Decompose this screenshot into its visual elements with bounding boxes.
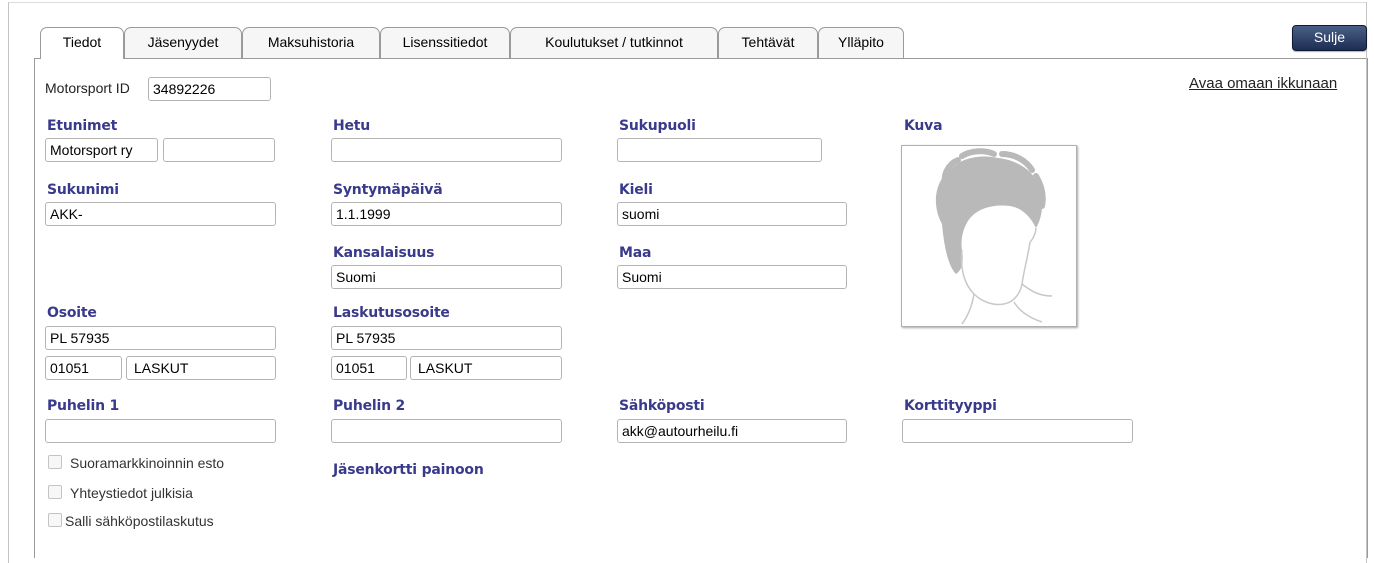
puhelin2-label: Puhelin 2 [333, 398, 406, 414]
tab-yllapito[interactable]: Ylläpito [818, 27, 904, 58]
osoite-label: Osoite [47, 305, 97, 321]
maa-label: Maa [619, 245, 652, 261]
tab-maksuhistoria[interactable]: Maksuhistoria [242, 27, 380, 58]
nationality-field[interactable] [331, 265, 562, 289]
second-first-name-field[interactable] [163, 138, 275, 162]
member-card-print-label: Jäsenkortti painoon [333, 462, 484, 478]
tab-jasenyydet[interactable]: Jäsenyydet [124, 27, 242, 58]
first-name-field[interactable] [45, 138, 158, 162]
syntymapaiva-label: Syntymäpäivä [333, 182, 443, 198]
billing-street-field[interactable] [331, 326, 562, 350]
korttityyppi-label: Korttityyppi [904, 398, 997, 414]
person-silhouette-icon [935, 148, 1053, 325]
tab-lisenssitiedot[interactable]: Lisenssitiedot [380, 27, 510, 58]
sahkoposti-label: Sähköposti [619, 398, 705, 414]
last-name-field[interactable] [45, 202, 276, 226]
billing-city-field[interactable] [410, 356, 562, 380]
sukunimi-label: Sukunimi [47, 182, 119, 198]
hetu-field[interactable] [331, 138, 562, 162]
tab-content-area [34, 58, 1368, 558]
direct-marketing-block-checkbox[interactable] [48, 455, 62, 469]
address-street-field[interactable] [45, 326, 276, 350]
close-button[interactable]: Sulje [1292, 25, 1367, 51]
laskutusosoite-label: Laskutusosoite [333, 305, 450, 321]
tab-koulutukset[interactable]: Koulutukset / tutkinnot [510, 27, 718, 58]
hetu-label: Hetu [333, 118, 371, 134]
kuva-label: Kuva [904, 118, 943, 134]
address-postcode-field[interactable] [45, 356, 122, 380]
billing-postcode-field[interactable] [331, 356, 407, 380]
language-field[interactable] [617, 202, 847, 226]
phone2-field[interactable] [331, 419, 562, 443]
country-field[interactable] [617, 265, 847, 289]
phone1-field[interactable] [45, 419, 276, 443]
motorsport-id-field[interactable] [148, 77, 271, 101]
etunimet-label: Etunimet [47, 118, 118, 134]
contact-public-checkbox[interactable] [48, 485, 62, 499]
card-type-field[interactable] [902, 419, 1133, 443]
kansalaisuus-label: Kansalaisuus [333, 245, 435, 261]
sukupuoli-label: Sukupuoli [619, 118, 696, 134]
tab-tiedot[interactable]: Tiedot [40, 27, 124, 59]
email-billing-checkbox[interactable] [48, 513, 62, 527]
tab-tehtavat[interactable]: Tehtävät [718, 27, 818, 58]
contact-public-label: Yhteystiedot julkisia [70, 485, 193, 501]
kieli-label: Kieli [619, 182, 653, 198]
open-in-window-link[interactable]: Avaa omaan ikkunaan [1189, 75, 1337, 92]
birthdate-field[interactable] [331, 202, 562, 226]
email-billing-label: Salli sähköpostilaskutus [65, 513, 214, 529]
puhelin1-label: Puhelin 1 [47, 398, 120, 414]
direct-marketing-block-label: Suoramarkkinoinnin esto [70, 455, 225, 471]
address-city-field[interactable] [126, 356, 276, 380]
email-field[interactable] [617, 419, 847, 443]
photo-frame[interactable] [901, 145, 1077, 327]
motorsport-id-label: Motorsport ID [45, 80, 130, 96]
gender-field[interactable] [617, 138, 822, 162]
